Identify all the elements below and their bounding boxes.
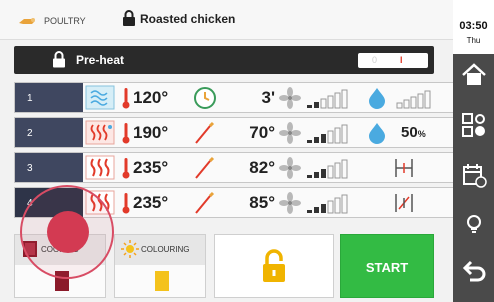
- fan-speed-bars: [307, 124, 348, 144]
- fan-speed-bars: [307, 89, 348, 109]
- thermometer-icon: [122, 123, 130, 144]
- fan-icon: [279, 122, 301, 144]
- convection-icon: [85, 155, 115, 180]
- thermometer-icon: [122, 158, 130, 179]
- humidity-icon: [369, 88, 385, 109]
- combi-heat-icon: [85, 120, 115, 145]
- toggle-off-label: 0: [372, 55, 378, 65]
- lock-icon: [263, 249, 285, 282]
- preheat-row[interactable]: Pre-heat 0 I: [14, 46, 434, 74]
- phase-header: COLOURING: [115, 235, 205, 265]
- lock-icon: [53, 51, 65, 68]
- steam-icon: [85, 85, 115, 110]
- damper-closed-icon: [395, 194, 413, 212]
- temperature-value: 190°: [133, 123, 169, 142]
- temperature-value: 235°: [133, 193, 169, 212]
- category-label: POULTRY: [44, 16, 86, 26]
- touch-point: [47, 211, 89, 253]
- fan-icon: [279, 157, 301, 179]
- core-temp-value: 82°: [249, 158, 275, 177]
- colouring-color-swatch: [155, 271, 169, 291]
- step-number: 3: [15, 153, 83, 182]
- cooking-step-2[interactable]: 2 190° 70° 50%: [14, 117, 454, 148]
- lightbulb-icon[interactable]: [461, 212, 487, 238]
- core-probe-icon: [195, 121, 215, 144]
- colouring-label: COLOURING: [141, 245, 190, 254]
- core-temp-value: 70°: [249, 123, 275, 142]
- core-probe-icon: [195, 191, 215, 214]
- humidity-value: 50%: [401, 124, 426, 141]
- temperature-value: 120°: [133, 88, 169, 107]
- temperature-value: 235°: [133, 158, 169, 177]
- fan-icon: [279, 192, 301, 214]
- time-value: 3': [261, 88, 276, 107]
- humidity-icon: [369, 123, 385, 144]
- colouring-phase-button[interactable]: COLOURING: [114, 234, 206, 298]
- preheat-label: Pre-heat: [76, 53, 125, 67]
- lock-icon: [123, 10, 135, 26]
- poultry-icon: [19, 18, 35, 24]
- clock-time: 03:50: [459, 20, 488, 32]
- toggle-on-label: I: [400, 55, 403, 65]
- start-label: START: [365, 260, 409, 275]
- home-icon[interactable]: [461, 62, 487, 88]
- preheat-toggle[interactable]: 0 I: [358, 53, 428, 68]
- start-button[interactable]: START: [340, 234, 434, 298]
- humidity-level-bars: [396, 90, 431, 109]
- thermometer-icon: [122, 193, 130, 214]
- damper-open-icon: [395, 159, 413, 177]
- sidebar: 03:50 Thu: [453, 0, 494, 302]
- core-probe-icon: [195, 156, 215, 179]
- settings-icon[interactable]: [461, 112, 487, 138]
- cooking-step-3[interactable]: 3 235° 82°: [14, 152, 454, 183]
- sun-icon: [121, 240, 139, 258]
- step-number: 1: [15, 83, 83, 112]
- timer-icon: [194, 87, 216, 109]
- back-icon[interactable]: [461, 258, 487, 284]
- fan-speed-bars: [307, 159, 348, 179]
- step-number: 2: [15, 118, 83, 147]
- lock-button[interactable]: [214, 234, 334, 298]
- recipe-title: Roasted chicken: [140, 12, 236, 26]
- recipe-header: POULTRY Roasted chicken: [0, 0, 453, 40]
- thermometer-icon: [122, 88, 130, 109]
- fan-speed-bars: [307, 194, 348, 214]
- main-area: POULTRY Roasted chicken Pre-heat 0 I 1 1…: [0, 0, 454, 302]
- clock: 03:50 Thu: [453, 0, 494, 54]
- clock-day: Thu: [466, 36, 481, 45]
- cooking-step-1[interactable]: 1 120° 3': [14, 82, 454, 113]
- core-temp-value: 85°: [249, 193, 275, 212]
- fan-icon: [279, 87, 301, 109]
- calendar-icon[interactable]: [461, 162, 487, 188]
